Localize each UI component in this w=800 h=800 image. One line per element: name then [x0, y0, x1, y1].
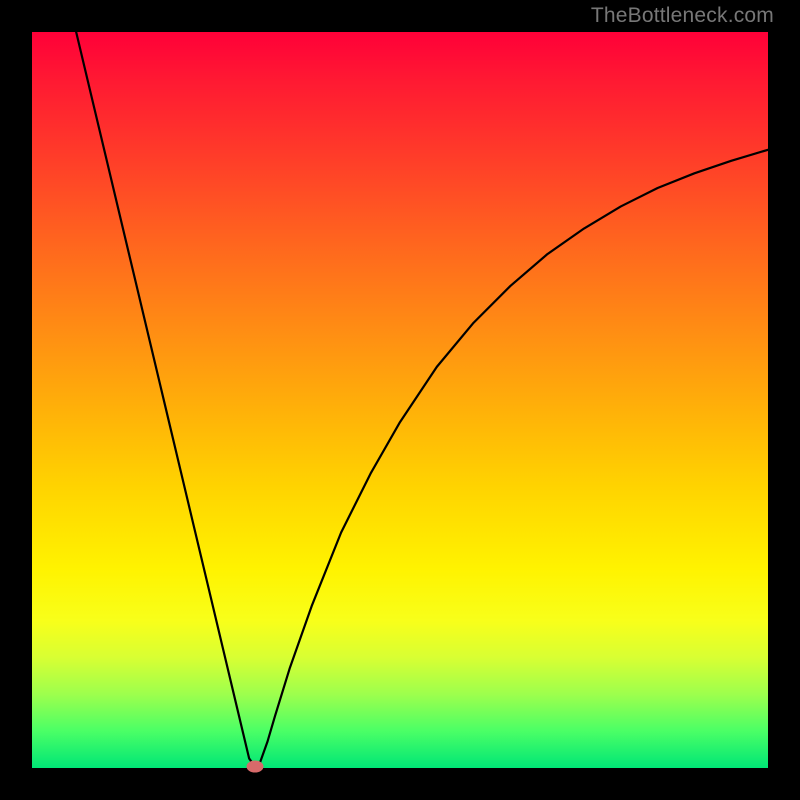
watermark-text: TheBottleneck.com	[591, 4, 774, 28]
bottleneck-curve	[76, 32, 768, 767]
plot-area	[32, 32, 768, 768]
chart-frame: TheBottleneck.com	[0, 0, 800, 800]
chart-svg	[32, 32, 768, 768]
minimum-marker	[247, 761, 263, 772]
